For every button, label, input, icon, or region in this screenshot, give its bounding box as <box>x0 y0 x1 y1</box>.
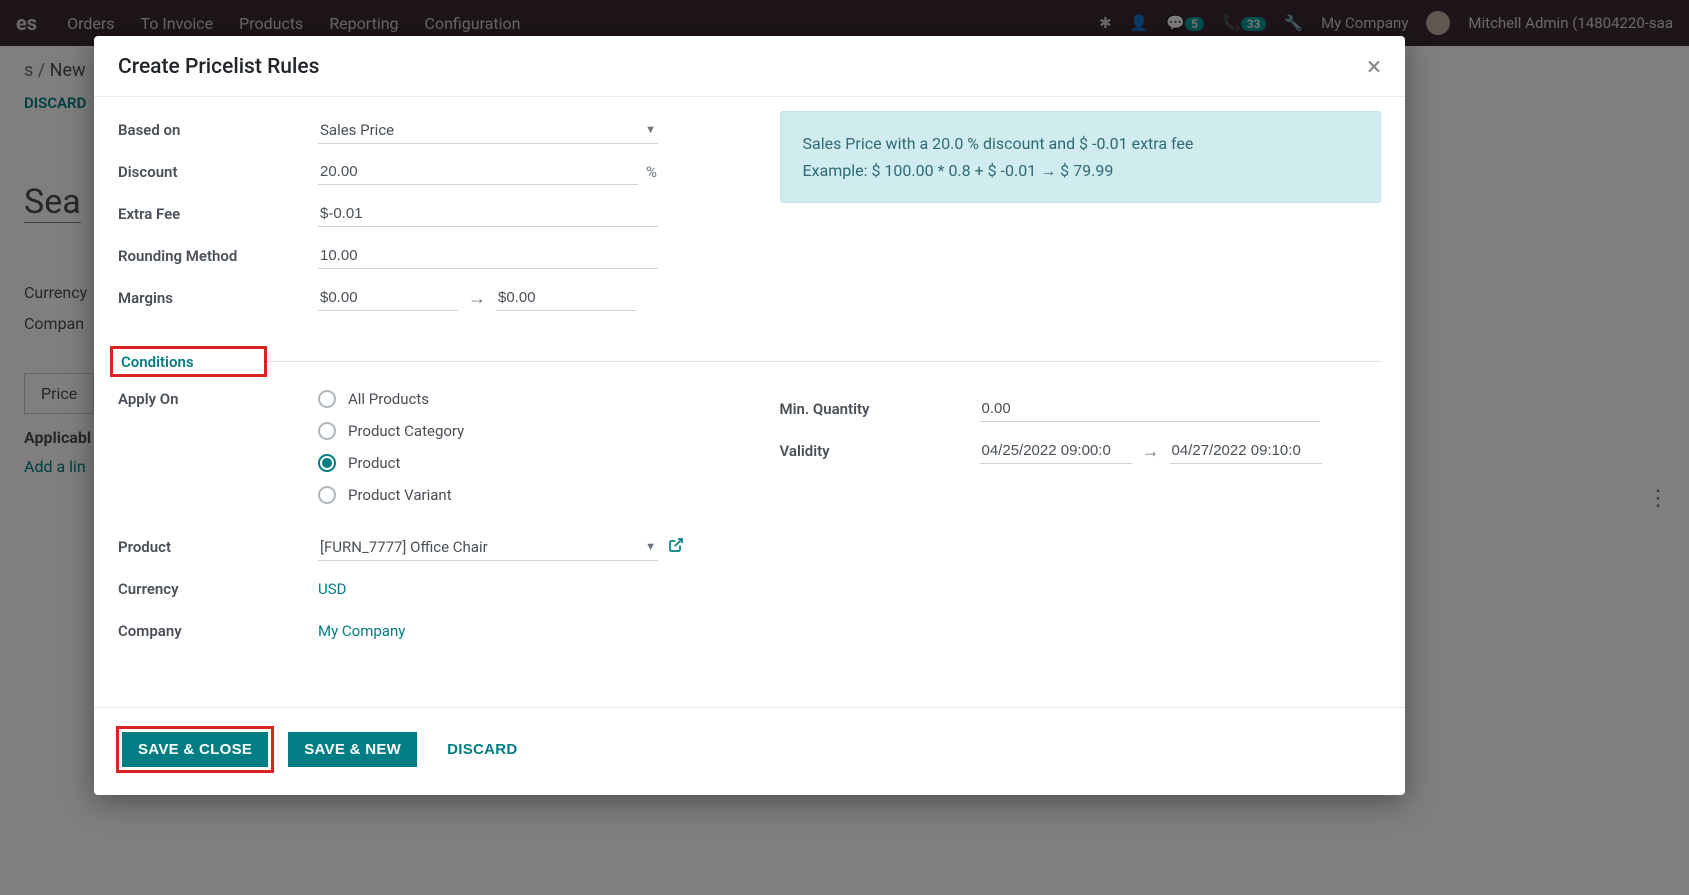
info-line-1: Sales Price with a 20.0 % discount and $… <box>803 130 1359 157</box>
margins-max-input[interactable] <box>496 285 636 311</box>
lower-left-column: Apply On All Products Product Category <box>118 390 720 654</box>
arrow-right-icon: → <box>468 288 486 309</box>
based-on-select[interactable]: Sales Price ▼ <box>318 117 658 144</box>
close-icon[interactable]: × <box>1367 54 1381 80</box>
create-pricelist-rule-modal: Create Pricelist Rules × Based on Sales … <box>94 36 1405 795</box>
upper-left-column: Based on Sales Price ▼ Discount % <box>118 111 720 321</box>
rounding-method-label: Rounding Method <box>118 247 318 265</box>
conditions-section-heading: Conditions <box>110 346 267 377</box>
validity-start-input[interactable] <box>980 438 1132 464</box>
save-new-button[interactable]: Save & New <box>288 732 417 767</box>
company-link[interactable]: My Company <box>318 622 405 640</box>
modal-body: Based on Sales Price ▼ Discount % <box>94 97 1405 707</box>
currency-link[interactable]: USD <box>318 580 346 598</box>
rounding-method-input[interactable] <box>318 243 658 269</box>
save-close-button[interactable]: Save & Close <box>122 732 268 767</box>
apply-on-all-products[interactable]: All Products <box>318 390 720 408</box>
company-label: Company <box>118 622 318 640</box>
discount-label: Discount <box>118 163 318 181</box>
margins-label: Margins <box>118 289 318 307</box>
modal-title: Create Pricelist Rules <box>118 55 319 79</box>
extra-fee-input[interactable] <box>318 201 658 227</box>
min-quantity-input[interactable] <box>980 396 1320 422</box>
apply-on-product[interactable]: Product <box>318 454 720 472</box>
validity-label: Validity <box>780 442 980 460</box>
arrow-right-icon: → <box>1142 441 1160 462</box>
currency-label: Currency <box>118 580 318 598</box>
modal-footer: Save & Close Save & New Discard <box>94 707 1405 795</box>
product-select[interactable]: [FURN_7777] Office Chair ▼ <box>318 534 658 561</box>
radio-selected-icon <box>318 454 336 472</box>
apply-on-product-category[interactable]: Product Category <box>318 422 720 440</box>
validity-end-input[interactable] <box>1170 438 1322 464</box>
discard-button[interactable]: Discard <box>431 732 533 767</box>
discount-input[interactable] <box>318 159 638 185</box>
product-label: Product <box>118 538 318 556</box>
caret-down-icon: ▼ <box>645 540 656 553</box>
highlight-save-close: Save & Close <box>116 726 274 773</box>
info-line-2: Example: $ 100.00 * 0.8 + $ -0.01 → $ 79… <box>803 157 1359 184</box>
discount-suffix: % <box>646 163 657 181</box>
radio-icon <box>318 422 336 440</box>
margins-min-input[interactable] <box>318 285 458 311</box>
extra-fee-label: Extra Fee <box>118 205 318 223</box>
external-link-icon[interactable] <box>668 537 684 557</box>
radio-icon <box>318 390 336 408</box>
price-formula-info: Sales Price with a 20.0 % discount and $… <box>780 111 1382 203</box>
lower-right-column: Min. Quantity Validity → <box>780 390 1382 654</box>
modal-header: Create Pricelist Rules × <box>94 36 1405 97</box>
min-quantity-label: Min. Quantity <box>780 400 980 418</box>
based-on-label: Based on <box>118 121 318 139</box>
upper-right-column: Sales Price with a 20.0 % discount and $… <box>780 111 1382 321</box>
apply-on-label: Apply On <box>118 390 318 408</box>
apply-on-product-variant[interactable]: Product Variant <box>318 486 720 504</box>
radio-icon <box>318 486 336 504</box>
caret-down-icon: ▼ <box>645 123 656 136</box>
